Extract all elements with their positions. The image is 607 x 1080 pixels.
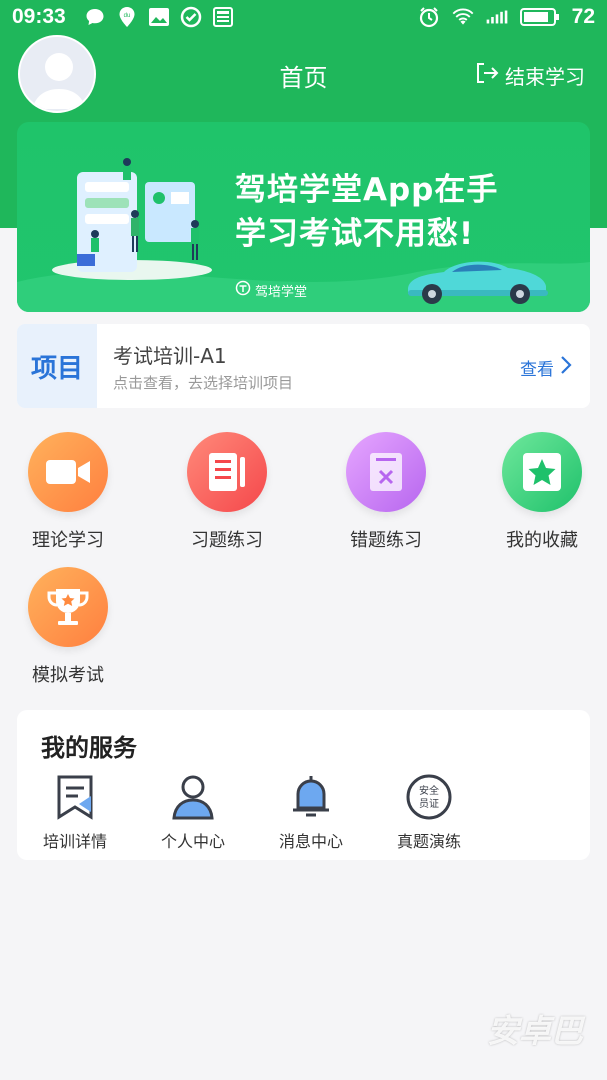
feature-exercise[interactable]: 习题练习: [167, 432, 287, 552]
svg-text:员证: 员证: [419, 798, 439, 810]
star-icon: [502, 432, 582, 512]
location-pin-icon: du: [116, 6, 138, 28]
notification-icons: du: [84, 6, 234, 28]
alarm-icon: [418, 6, 440, 28]
end-study-button[interactable]: 结束学习: [475, 61, 585, 90]
status-bar: 09:33 du 72: [0, 0, 607, 34]
service-label: 消息中心: [278, 832, 343, 851]
safety-badge-icon: 安全 员证: [404, 772, 454, 822]
banner-brand-label: 驾培学堂: [255, 284, 308, 300]
feature-label: 理论学习: [32, 530, 104, 551]
wrong-question-icon: [346, 432, 426, 512]
project-name: 考试培训-A1: [113, 344, 227, 368]
exit-icon: [475, 62, 499, 89]
service-label: 培训详情: [42, 832, 107, 851]
promo-banner[interactable]: 驾培学堂App在手 学习考试不用愁! 驾培学堂: [17, 122, 590, 312]
service-label: 真题演练: [396, 832, 461, 851]
project-view-label: 查看: [520, 360, 554, 380]
svg-text:安全: 安全: [419, 784, 439, 797]
end-study-label: 结束学习: [505, 65, 585, 89]
feature-label: 模拟考试: [32, 665, 104, 686]
status-time: 09:33: [12, 5, 66, 28]
service-label: 个人中心: [160, 832, 225, 851]
check-circle-icon: [180, 6, 202, 28]
banner-brand: 驾培学堂: [235, 280, 307, 300]
document-list-icon: [187, 432, 267, 512]
project-card[interactable]: 项目 考试培训-A1 点击查看，去选择培训项目 查看: [17, 324, 590, 408]
feature-label: 我的收藏: [506, 530, 578, 551]
service-personal-center[interactable]: 个人中心: [143, 772, 243, 852]
my-services-card: 我的服务 培训详情 个人中心 消息中心 安全 员证 真题演练: [17, 710, 590, 860]
feature-theory-study[interactable]: 理论学习: [8, 432, 128, 552]
feature-my-favorites[interactable]: 我的收藏: [482, 432, 602, 552]
study-illustration: [52, 158, 212, 280]
service-real-questions[interactable]: 安全 员证 真题演练: [379, 772, 479, 852]
system-icons: 72: [418, 5, 595, 29]
image-icon: [148, 6, 170, 28]
bookmark-icon: [50, 772, 100, 822]
feature-label: 错题练习: [350, 530, 422, 551]
feature-label: 习题练习: [191, 530, 263, 551]
bell-icon: [286, 772, 336, 822]
feature-wrong-questions[interactable]: 错题练习: [326, 432, 446, 552]
project-tag: 项目: [17, 324, 97, 408]
banner-headline-1: 驾培学堂App在手: [235, 172, 499, 208]
person-icon: [168, 772, 218, 822]
chevron-right-icon: [560, 355, 572, 380]
video-camera-icon: [28, 432, 108, 512]
trophy-icon: [28, 567, 108, 647]
service-message-center[interactable]: 消息中心: [261, 772, 361, 852]
service-training-details[interactable]: 培训详情: [25, 772, 125, 852]
watermark: 安卓巴: [486, 1012, 583, 1050]
project-hint: 点击查看，去选择培训项目: [113, 374, 294, 392]
signal-icon: [486, 6, 508, 28]
wifi-icon: [452, 6, 474, 28]
chat-bubble-icon: [84, 6, 106, 28]
svg-text:du: du: [124, 13, 131, 19]
car-illustration: [408, 261, 548, 304]
feature-mock-exam[interactable]: 模拟考试: [8, 567, 128, 687]
banner-headline-2: 学习考试不用愁!: [235, 216, 475, 252]
brand-logo-icon: [235, 280, 251, 300]
news-icon: [212, 6, 234, 28]
battery-percent: 72: [571, 5, 595, 28]
services-title: 我的服务: [41, 734, 137, 762]
project-view-link[interactable]: 查看: [520, 355, 572, 380]
battery-icon: [519, 6, 560, 28]
